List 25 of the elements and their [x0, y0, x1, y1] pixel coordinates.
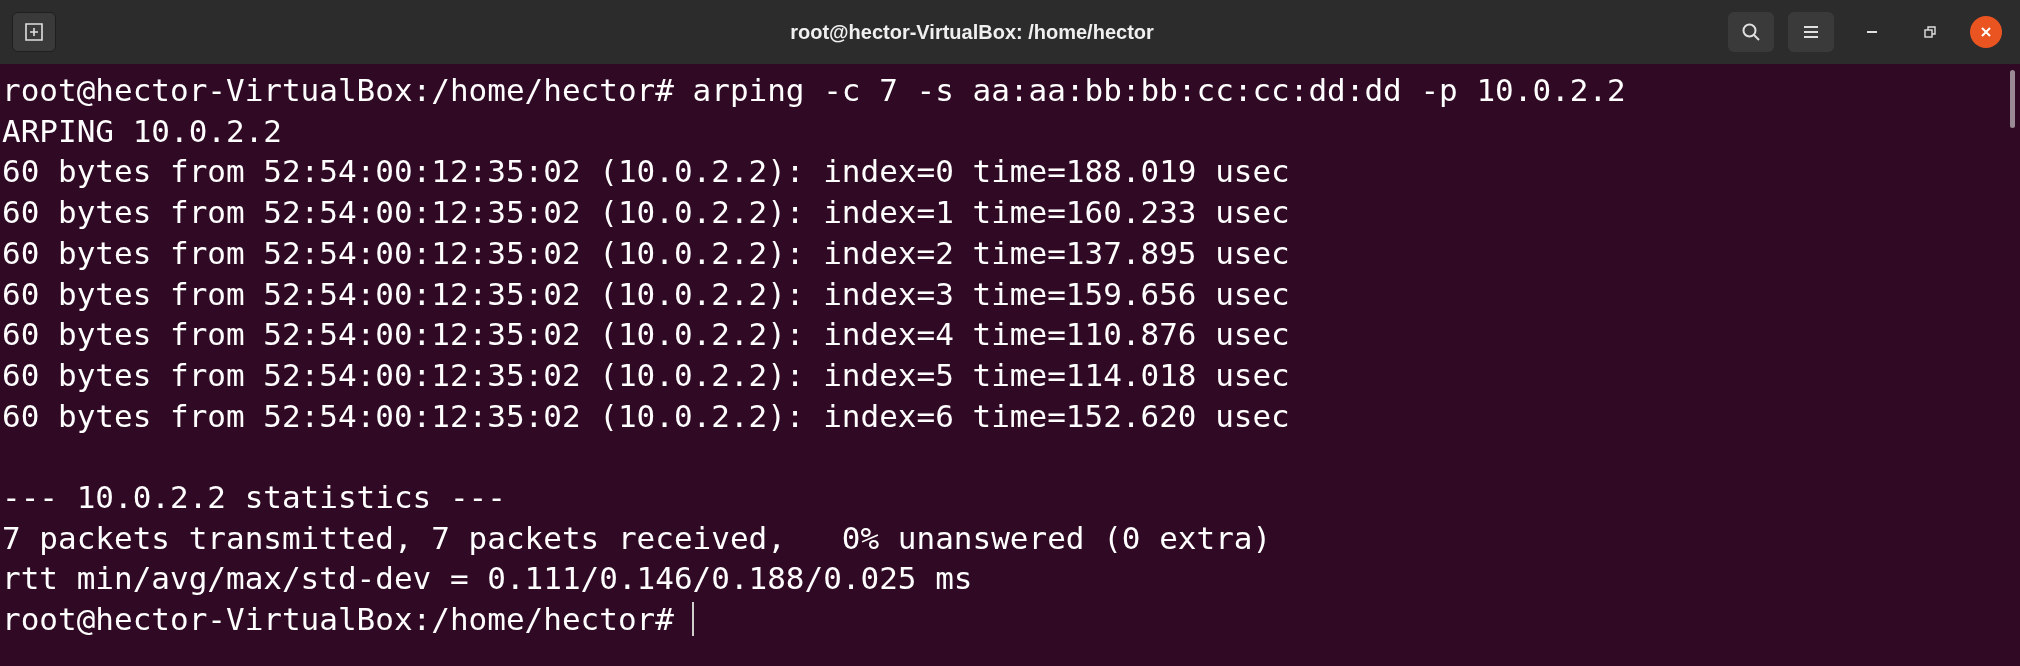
terminal-line: root@hector-VirtualBox:/home/hector# arping -c 7 -s aa:aa:bb:bb:cc:cc:dd:dd -p 10.0.2.2	[2, 71, 1626, 111]
close-icon	[1980, 26, 1992, 38]
menu-button[interactable]	[1788, 12, 1834, 52]
terminal-line: --- 10.0.2.2 statistics ---	[2, 477, 506, 517]
search-button[interactable]	[1728, 12, 1774, 52]
window-title: root@hector-VirtualBox: /home/hector	[790, 20, 1154, 45]
shell-prompt: root@hector-VirtualBox:/home/hector#	[2, 600, 674, 640]
new-tab-button[interactable]	[12, 12, 56, 52]
terminal-line: 60 bytes from 52:54:00:12:35:02 (10.0.2.2): index=0 time=188.019 usec	[2, 152, 1290, 192]
terminal-line: 60 bytes from 52:54:00:12:35:02 (10.0.2.2): index=3 time=159.656 usec	[2, 274, 1290, 314]
minimize-icon	[1867, 31, 1877, 33]
terminal-line: 60 bytes from 52:54:00:12:35:02 (10.0.2.2): index=5 time=114.018 usec	[2, 355, 1290, 395]
search-icon	[1741, 22, 1761, 42]
menu-icon	[1802, 25, 1820, 39]
terminal-line: 60 bytes from 52:54:00:12:35:02 (10.0.2.2): index=2 time=137.895 usec	[2, 233, 1290, 273]
terminal-line: 60 bytes from 52:54:00:12:35:02 (10.0.2.2): index=1 time=160.233 usec	[2, 193, 1290, 233]
close-button[interactable]	[1970, 16, 2002, 48]
terminal-line: 60 bytes from 52:54:00:12:35:02 (10.0.2.2): index=6 time=152.620 usec	[2, 396, 1290, 436]
terminal-line: rtt min/avg/max/std-dev = 0.111/0.146/0.188/0.025 ms	[2, 559, 973, 599]
restore-icon	[1924, 26, 1936, 38]
terminal-line: ARPING 10.0.2.2	[2, 111, 282, 151]
scrollbar[interactable]	[2009, 70, 2015, 128]
terminal-line: 60 bytes from 52:54:00:12:35:02 (10.0.2.2): index=4 time=110.876 usec	[2, 315, 1290, 355]
terminal-line: 7 packets transmitted, 7 packets received, 0% unanswered (0 extra)	[2, 518, 1272, 558]
new-tab-icon	[24, 22, 44, 42]
